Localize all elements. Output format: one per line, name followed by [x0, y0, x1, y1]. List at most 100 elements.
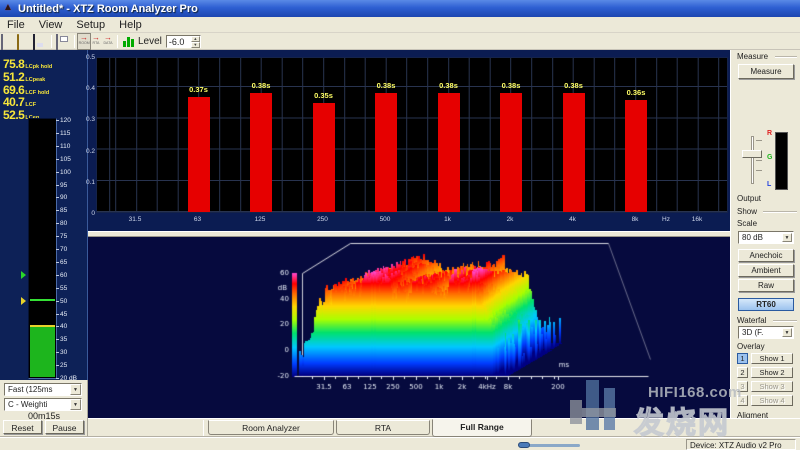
mode-button-room[interactable]: →ROOM — [78, 34, 90, 49]
scale-label: Scale — [737, 219, 757, 228]
meter-tick-label: 55 — [60, 285, 86, 292]
meter-letter-r: R — [767, 130, 772, 137]
slider-handle[interactable] — [742, 150, 762, 158]
print-button[interactable] — [56, 35, 70, 48]
measure-group-label: Measure — [737, 52, 768, 61]
rt60-x-tick: 125 — [247, 216, 273, 223]
app-icon: ▲ — [3, 3, 14, 14]
chevron-down-icon[interactable]: ▼ — [782, 328, 792, 337]
rt60-x-tick: 2k — [497, 216, 523, 223]
pause-button[interactable]: Pause — [45, 420, 84, 434]
overlay-num-button[interactable]: 2 — [737, 367, 748, 378]
rt60-x-tick: 500 — [372, 216, 398, 223]
rt60-x-tick: Hz — [653, 216, 679, 223]
rt60-chart-pane: 0.37s0.38s0.35s0.38s0.38s0.38s0.38s0.36s… — [88, 50, 730, 231]
meter-tick-label: 80 — [60, 220, 86, 227]
slider-track — [751, 136, 754, 184]
level-spinner[interactable]: -6.0 ▲ ▼ — [166, 35, 201, 48]
save-button[interactable] — [33, 35, 47, 48]
reset-button[interactable]: Reset — [3, 420, 42, 434]
meter-marker-yellow[interactable] — [21, 297, 26, 305]
meter-tick-label: 100 — [60, 169, 86, 176]
meter-green-line — [30, 299, 55, 301]
anechoic-button[interactable]: Anechoic — [738, 249, 794, 262]
overlay-show-button[interactable]: Show 2 — [751, 367, 793, 378]
rt60-y-tick: 0.2 — [84, 148, 95, 155]
rt60-bar-value: 0.35s — [307, 91, 341, 100]
scale-dropdown[interactable]: 80 dB ▼ — [738, 231, 794, 244]
app-window: ▲ Untitled* - XTZ Room Analyzer Pro File… — [0, 0, 800, 450]
mode-button-data[interactable]: →DATA — [102, 34, 114, 49]
meter-tick-label: 40 — [60, 323, 86, 330]
level-value[interactable]: -6.0 — [167, 36, 191, 47]
meter-tick-label: 120 — [60, 117, 86, 124]
rt60-bar-value: 0.38s — [432, 81, 466, 90]
rt60-plot-area: 0.37s0.38s0.35s0.38s0.38s0.38s0.38s0.36s — [96, 57, 728, 213]
meter-yellow-line — [30, 325, 55, 327]
right-control-panel: Measure Measure RGL Output Show Scale 80… — [730, 50, 800, 437]
menu-item-help[interactable]: Help — [112, 17, 149, 32]
rt60-bar — [188, 97, 210, 212]
tab-rta[interactable]: RTA — [336, 420, 430, 435]
tab-room-analyzer[interactable]: Room Analyzer — [208, 420, 334, 435]
rt60-y-tick: 0.3 — [84, 116, 95, 123]
overlay-num-button[interactable]: 4 — [737, 395, 748, 406]
meter-tick-label: 85 — [60, 207, 86, 214]
tab-full-range[interactable]: Full Range — [432, 419, 532, 437]
rt60-button[interactable]: RT60 — [738, 298, 794, 311]
waterfall-mode-dropdown[interactable]: 3D (F. ▼ — [738, 326, 794, 339]
measure-button[interactable]: Measure — [738, 64, 794, 79]
speed-dropdown[interactable]: Fast (125ms ▼ — [4, 383, 82, 396]
mode-caption: ROOM — [79, 41, 90, 45]
spl-value: 52.5 — [3, 108, 24, 122]
meter-tick-label: 110 — [60, 143, 86, 150]
overlay-rows: 1Show 12Show 2 3Show 34Show 4 — [737, 353, 799, 409]
status-bar: Device: XTZ Audio v2 Pro — [0, 437, 800, 450]
chevron-down-icon[interactable]: ▼ — [70, 384, 81, 395]
status-slider[interactable] — [518, 443, 580, 448]
overlay-num-button[interactable]: 1 — [737, 353, 748, 364]
menu-item-setup[interactable]: Setup — [69, 17, 112, 32]
overlay-row: 4Show 4 — [737, 395, 799, 409]
rt60-bar — [500, 93, 522, 212]
menu-item-file[interactable]: File — [0, 17, 32, 32]
spinner-arrows[interactable]: ▲ ▼ — [191, 36, 200, 47]
group-line — [763, 211, 797, 213]
chevron-down-icon[interactable]: ▼ — [70, 399, 81, 410]
meter-letter-l: L — [767, 181, 771, 188]
meter-tick-label: 65 — [60, 259, 86, 266]
mode-button-rta[interactable]: →RTA — [90, 34, 102, 49]
title-bar[interactable]: ▲ Untitled* - XTZ Room Analyzer Pro — [0, 0, 800, 17]
rt60-bar-value: 0.38s — [494, 81, 528, 90]
meter-letter-g: G — [767, 154, 772, 161]
meter-tick-label: 115 — [60, 130, 86, 137]
overlay-num-button[interactable]: 3 — [737, 381, 748, 392]
overlay-row: 3Show 3 — [737, 381, 799, 395]
rt60-x-tick: 4k — [560, 216, 586, 223]
window-title: Untitled* - XTZ Room Analyzer Pro — [18, 3, 198, 15]
spin-down-icon[interactable]: ▼ — [191, 42, 200, 48]
meter-tick-label: 60 — [60, 272, 86, 279]
rt60-bar — [438, 93, 460, 212]
menu-item-view[interactable]: View — [32, 17, 70, 32]
rt60-bar-value: 0.38s — [244, 81, 278, 90]
device-status: Device: XTZ Audio v2 Pro — [686, 439, 796, 450]
meter-marker-green[interactable] — [21, 271, 26, 279]
rt60-y-tick: 0.1 — [84, 179, 95, 186]
new-file-button[interactable] — [1, 35, 15, 48]
status-slider-knob[interactable] — [518, 442, 530, 448]
waterfall-group-label: Waterfal — [737, 316, 767, 325]
spl-meter-bar — [28, 118, 57, 379]
meter-tick-label: 70 — [60, 246, 86, 253]
gain-slider[interactable] — [741, 134, 763, 186]
weighting-dropdown[interactable]: C - Weighti ▼ — [4, 398, 82, 411]
overlay-label: Overlay — [737, 342, 765, 351]
overlay-show-button[interactable]: Show 1 — [751, 353, 793, 364]
speed-value: Fast (125ms — [8, 385, 52, 394]
chevron-down-icon[interactable]: ▼ — [782, 233, 792, 242]
raw-button[interactable]: Raw — [738, 279, 794, 292]
open-file-button[interactable] — [17, 35, 31, 48]
rt60-y-tick: 0 — [84, 210, 95, 217]
rt60-x-tick: 8k — [622, 216, 648, 223]
ambient-button[interactable]: Ambient — [738, 264, 794, 277]
